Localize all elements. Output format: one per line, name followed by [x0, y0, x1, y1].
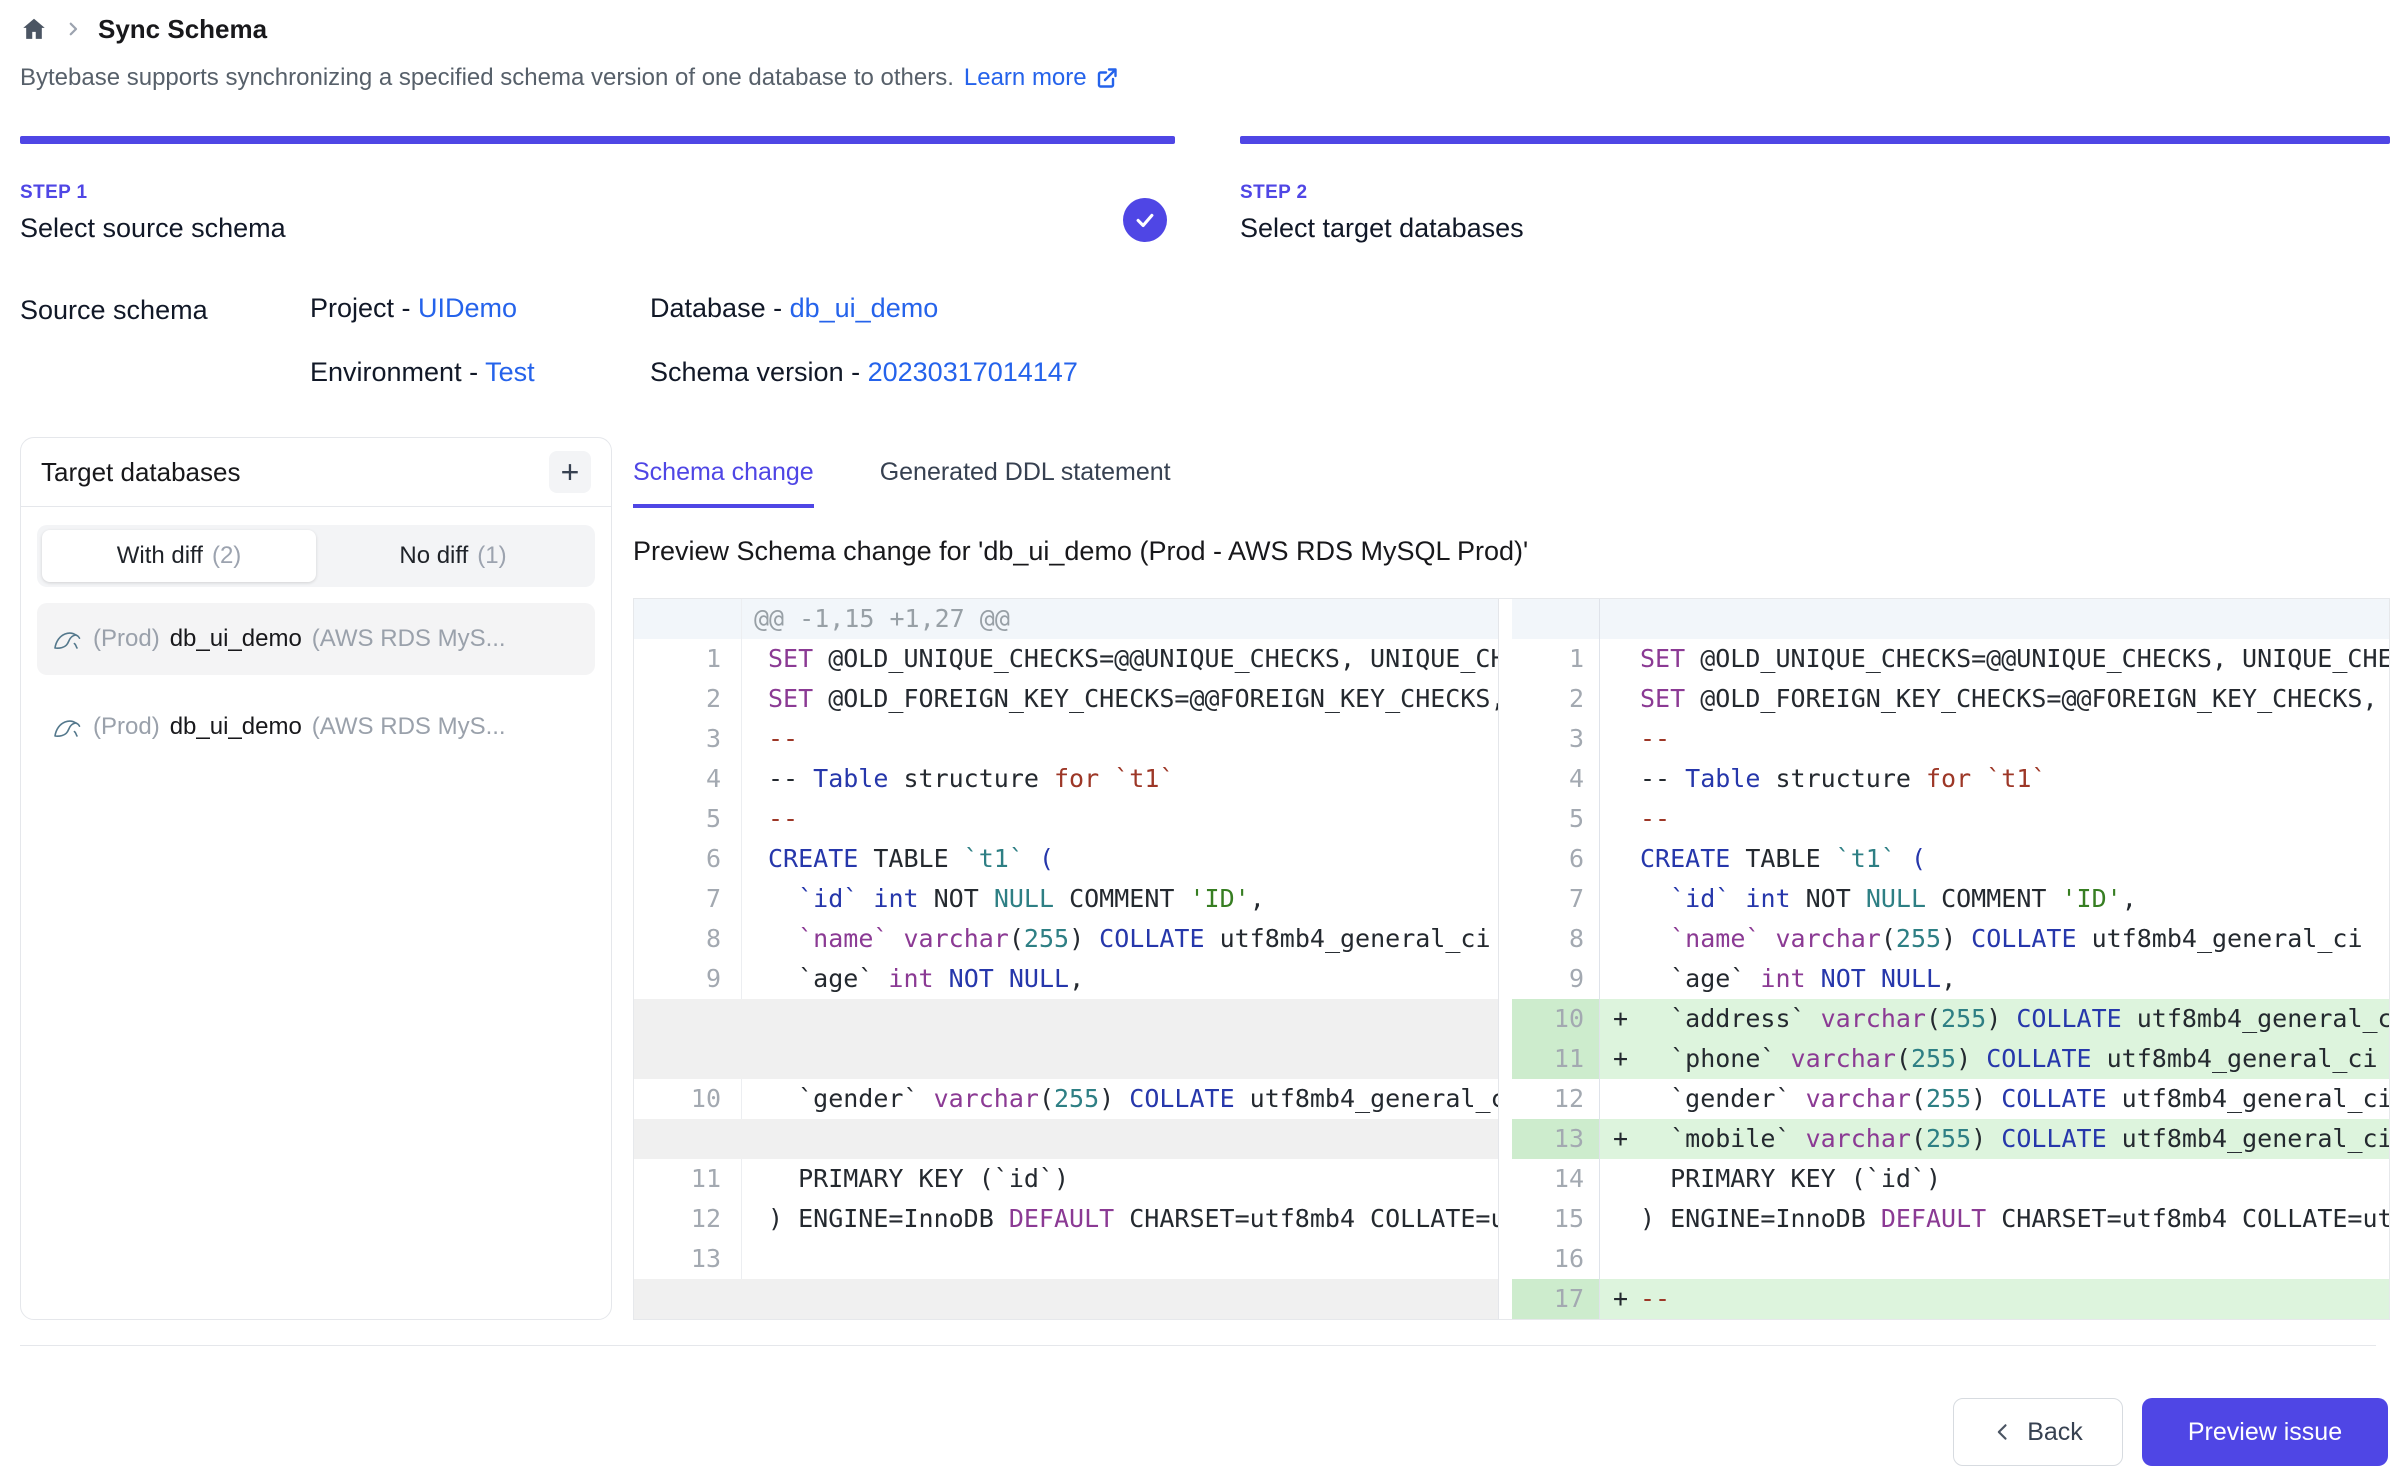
step-1-progress-bar [20, 136, 1175, 144]
tab-schema-change[interactable]: Schema change [633, 458, 814, 508]
diff-right-pane[interactable]: 1SET @OLD_UNIQUE_CHECKS=@@UNIQUE_CHECKS,… [1512, 599, 2389, 1319]
source-project-field: Project - UIDemo [310, 293, 517, 324]
step-1-title: Select source schema [20, 213, 1175, 244]
preview-title: Preview Schema change for 'db_ui_demo (P… [633, 536, 1528, 567]
diff-code-row: 12 `gender` varchar(255) COLLATE utf8mb4… [1512, 1079, 2389, 1119]
diff-added-row: 17+-- [1512, 1279, 2389, 1319]
plus-icon: + [561, 456, 580, 488]
diff-code-row: 4-- Table structure for `t1` [634, 759, 1498, 799]
source-schema-label: Source schema [20, 295, 208, 326]
source-database-field: Database - db_ui_demo [650, 293, 938, 324]
mysql-icon [51, 711, 83, 743]
step-1-completed-badge [1123, 198, 1167, 242]
chevron-left-icon [1993, 1422, 2013, 1442]
step-1-label: STEP 1 [20, 182, 1175, 204]
tab-generated-ddl[interactable]: Generated DDL statement [880, 458, 1171, 508]
diff-code-row: 2SET @OLD_FOREIGN_KEY_CHECKS=@@FOREIGN_K… [1512, 679, 2389, 719]
diff-code-row: 2SET @OLD_FOREIGN_KEY_CHECKS=@@FOREIGN_K… [634, 679, 1498, 719]
target-db-item[interactable]: (Prod) db_ui_demo (AWS RDS MyS... [37, 691, 595, 763]
diff-code-row: 8 `name` varchar(255) COLLATE utf8mb4_ge… [1512, 919, 2389, 959]
page-title: Sync Schema [98, 14, 267, 45]
diff-code-row: 8 `name` varchar(255) COLLATE utf8mb4_ge… [634, 919, 1498, 959]
diff-sash[interactable] [1499, 599, 1512, 1319]
diff-code-row: 9 `age` int NOT NULL, [1512, 959, 2389, 999]
diff-code-row: 1SET @OLD_UNIQUE_CHECKS=@@UNIQUE_CHECKS,… [634, 639, 1498, 679]
external-link-icon [1095, 66, 1119, 90]
diff-code-row: 5-- [1512, 799, 2389, 839]
diff-code-row: 7 `id` int NOT NULL COMMENT 'ID', [1512, 879, 2389, 919]
diff-code-row: 16 [1512, 1239, 2389, 1279]
step-2-label: STEP 2 [1240, 182, 2390, 204]
page-description: Bytebase supports synchronizing a specif… [20, 64, 1119, 92]
database-link[interactable]: db_ui_demo [790, 293, 939, 323]
diff-code-row: 6CREATE TABLE `t1` ( [634, 839, 1498, 879]
target-databases-title: Target databases [41, 457, 240, 488]
step-2: STEP 2 Select target databases [1240, 136, 2390, 244]
tab-no-diff[interactable]: No diff (1) [316, 530, 590, 582]
schema-diff-editor: @@ -1,15 +1,27 @@1SET @OLD_UNIQUE_CHECKS… [633, 598, 2390, 1320]
target-databases-panel: Target databases + With diff (2) No diff… [20, 437, 612, 1320]
footer-divider [20, 1345, 2376, 1346]
add-target-database-button[interactable]: + [549, 451, 591, 493]
diff-code-row: 15) ENGINE=InnoDB DEFAULT CHARSET=utf8mb… [1512, 1199, 2389, 1239]
step-1: STEP 1 Select source schema [20, 136, 1175, 244]
diff-filter-tabs: With diff (2) No diff (1) [37, 525, 595, 587]
diff-code-row: 3-- [634, 719, 1498, 759]
diff-added-row: 10+ `address` varchar(255) COLLATE utf8m… [1512, 999, 2389, 1039]
diff-added-row: 11+ `phone` varchar(255) COLLATE utf8mb4… [1512, 1039, 2389, 1079]
diff-code-row: 1SET @OLD_UNIQUE_CHECKS=@@UNIQUE_CHECKS,… [1512, 639, 2389, 679]
step-2-title: Select target databases [1240, 213, 2390, 244]
diff-code-row: 14 PRIMARY KEY (`id`) [1512, 1159, 2389, 1199]
diff-hunk-header [1512, 599, 2389, 639]
target-database-list: (Prod) db_ui_demo (AWS RDS MyS... (Prod)… [21, 593, 611, 763]
diff-filler-row [634, 999, 1498, 1079]
diff-filler-row [634, 1279, 1498, 1319]
preview-tabs: Schema change Generated DDL statement [633, 458, 1171, 508]
home-icon[interactable] [20, 15, 48, 43]
diff-code-row: 10 `gender` varchar(255) COLLATE utf8mb4… [634, 1079, 1498, 1119]
diff-code-row: 12) ENGINE=InnoDB DEFAULT CHARSET=utf8mb… [634, 1199, 1498, 1239]
diff-code-row: 13 [634, 1239, 1498, 1279]
project-link[interactable]: UIDemo [418, 293, 517, 323]
source-schema-version-field: Schema version - 20230317014147 [650, 357, 1078, 388]
tab-with-diff[interactable]: With diff (2) [42, 530, 316, 582]
description-text: Bytebase supports synchronizing a specif… [20, 64, 954, 92]
schema-version-link[interactable]: 20230317014147 [868, 357, 1078, 387]
diff-code-row: 9 `age` int NOT NULL, [634, 959, 1498, 999]
diff-code-row: 7 `id` int NOT NULL COMMENT 'ID', [634, 879, 1498, 919]
preview-issue-button[interactable]: Preview issue [2142, 1398, 2388, 1466]
breadcrumb: Sync Schema [20, 10, 267, 48]
back-button[interactable]: Back [1953, 1398, 2123, 1466]
diff-code-row: 6CREATE TABLE `t1` ( [1512, 839, 2389, 879]
learn-more-link[interactable]: Learn more [964, 64, 1119, 92]
diff-filler-row [634, 1119, 1498, 1159]
diff-hunk-header: @@ -1,15 +1,27 @@ [634, 599, 1498, 639]
step-2-progress-bar [1240, 136, 2390, 144]
diff-code-row: 11 PRIMARY KEY (`id`) [634, 1159, 1498, 1199]
source-environment-field: Environment - Test [310, 357, 535, 388]
check-icon [1134, 209, 1156, 231]
diff-code-row: 4-- Table structure for `t1` [1512, 759, 2389, 799]
diff-added-row: 13+ `mobile` varchar(255) COLLATE utf8mb… [1512, 1119, 2389, 1159]
chevron-right-icon [64, 20, 82, 38]
mysql-icon [51, 623, 83, 655]
target-db-item[interactable]: (Prod) db_ui_demo (AWS RDS MyS... [37, 603, 595, 675]
environment-link[interactable]: Test [485, 357, 535, 387]
diff-code-row: 3-- [1512, 719, 2389, 759]
diff-code-row: 5-- [634, 799, 1498, 839]
diff-left-pane[interactable]: @@ -1,15 +1,27 @@1SET @OLD_UNIQUE_CHECKS… [634, 599, 1499, 1319]
